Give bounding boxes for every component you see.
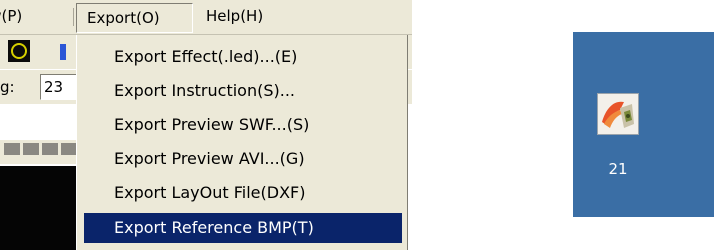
menu-item-export-layout-file[interactable]: Export LayOut File(DXF): [84, 178, 402, 208]
timeline-cell[interactable]: [42, 143, 58, 155]
circle-tool-icon[interactable]: [8, 40, 30, 62]
menu-separator: [73, 8, 74, 26]
menu-export[interactable]: Export(O): [76, 3, 193, 33]
timeline-cell[interactable]: [4, 143, 20, 155]
menu-help[interactable]: Help(H): [202, 4, 263, 29]
menu-item-export-preview-avi[interactable]: Export Preview AVI...(G): [84, 144, 402, 174]
timeline-strip: [0, 140, 77, 164]
image-file-icon[interactable]: [597, 93, 639, 135]
preview-panel: [0, 166, 76, 250]
desktop-icon-label[interactable]: 21: [573, 160, 663, 178]
export-dropdown-menu: Export Effect(.led)...(E) Export Instruc…: [76, 35, 408, 250]
menu-item-export-preview-swf[interactable]: Export Preview SWF...(S): [84, 110, 402, 140]
menu-item-export-reference-bmp[interactable]: Export Reference BMP(T): [84, 213, 402, 243]
timeline-cell[interactable]: [23, 143, 39, 155]
app-window: ew(P) Export(O) Help(H) g: 23 Export Eff…: [0, 0, 412, 250]
menu-item-export-instruction[interactable]: Export Instruction(S)...: [84, 76, 402, 106]
desktop-area: 21: [573, 32, 714, 217]
menu-bar: ew(P) Export(O) Help(H): [0, 0, 412, 35]
timeline-cell[interactable]: [61, 143, 77, 155]
menu-view[interactable]: ew(P): [0, 4, 74, 29]
menu-item-export-effect[interactable]: Export Effect(.led)...(E): [84, 42, 402, 72]
field-label: g:: [0, 78, 15, 96]
toolbar-icon[interactable]: [60, 44, 66, 60]
